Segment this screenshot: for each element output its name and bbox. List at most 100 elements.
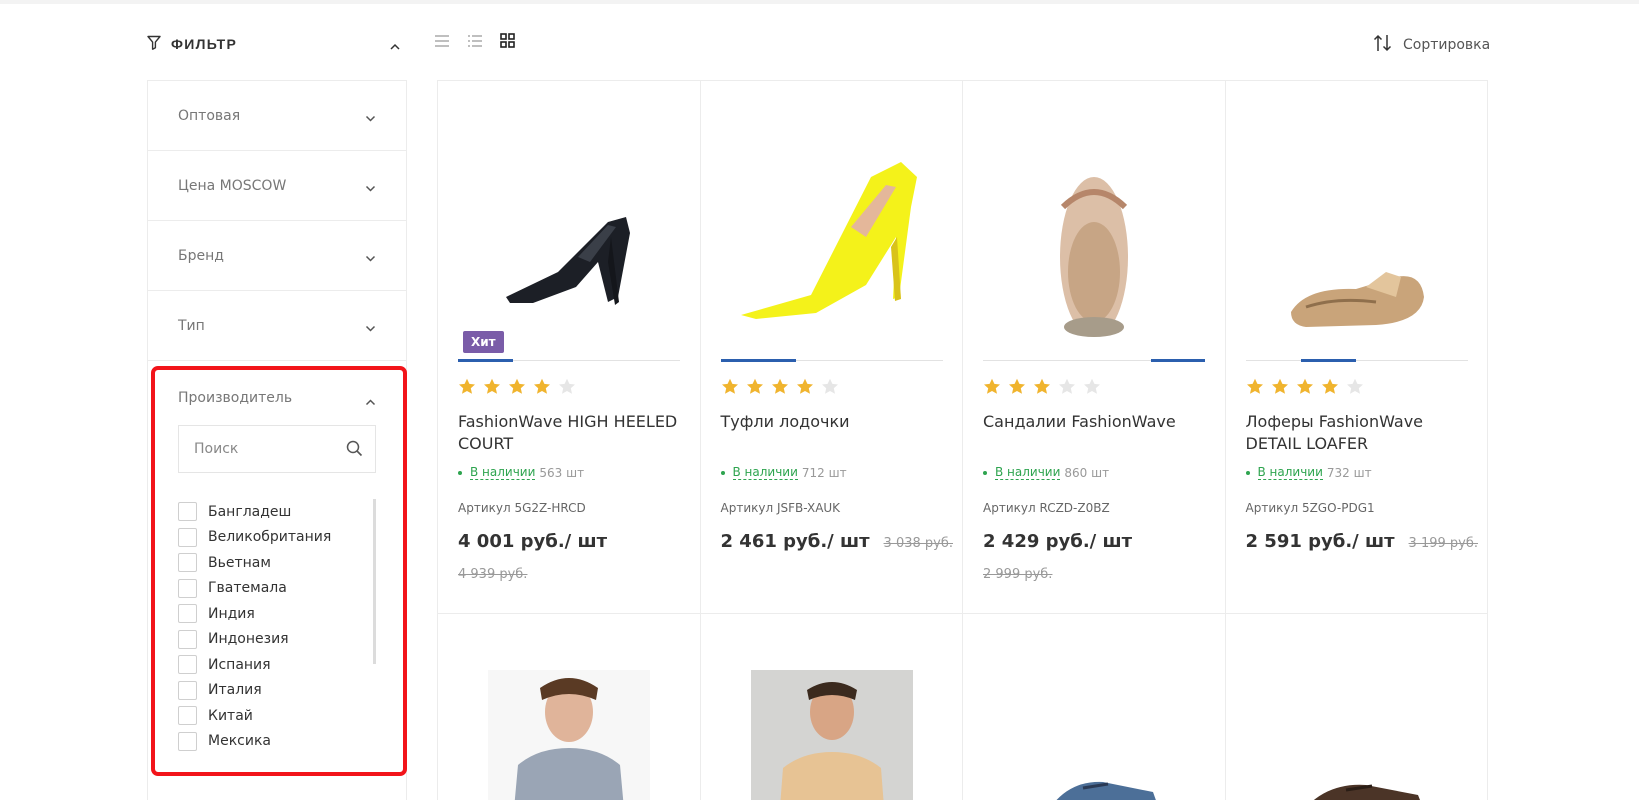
list-scrollbar[interactable] — [373, 499, 376, 664]
manufacturer-option-label: Испания — [208, 656, 271, 673]
filter-section-price[interactable]: Цена MOSCOW — [148, 151, 406, 221]
checkbox[interactable] — [178, 680, 197, 700]
manufacturer-option[interactable]: Италия — [178, 678, 376, 704]
stock-status: В наличии 712 шт — [720, 465, 847, 480]
manufacturer-option[interactable]: Вьетнам — [178, 550, 376, 576]
filter-sidebar: Оптовая Цена MOSCOW Бренд Тип Производит… — [147, 80, 407, 800]
product-price: 2 591 руб./ шт 3 199 руб. — [1246, 531, 1479, 552]
checkbox[interactable] — [178, 604, 197, 624]
filter-section-brand[interactable]: Бренд — [148, 221, 406, 291]
star-filled-icon — [1296, 378, 1314, 399]
man-tshirt-icon[interactable] — [721, 670, 943, 800]
product-name[interactable]: FashionWave HIGH HEELED COURT — [458, 411, 678, 455]
checkbox[interactable] — [178, 629, 197, 649]
stock-qty: 563 шт — [539, 465, 585, 480]
manufacturer-option[interactable]: Гватемала — [178, 576, 376, 602]
blue-shoe-icon[interactable] — [983, 670, 1205, 800]
stock-label[interactable]: В наличии — [732, 465, 798, 480]
filter-section-label: Оптовая — [178, 107, 241, 124]
stock-qty: 712 шт — [801, 465, 847, 480]
old-price: 3 038 руб. — [883, 536, 953, 551]
product-card[interactable]: Хит FashionWave HIGH HEELED COURT В нали… — [438, 81, 701, 614]
manufacturer-option[interactable]: Мексика — [178, 729, 376, 752]
star-filled-icon — [533, 378, 551, 399]
filter-header[interactable]: ФИЛЬТР — [147, 32, 407, 56]
filter-section-label: Цена MOSCOW — [178, 177, 287, 194]
manufacturer-option-label: Китай — [208, 707, 253, 724]
image-pager[interactable] — [458, 359, 680, 362]
funnel-icon — [147, 35, 161, 54]
manufacturer-option[interactable]: Великобритания — [178, 525, 376, 551]
sandal-icon[interactable] — [983, 137, 1205, 353]
product-card[interactable] — [1226, 614, 1489, 800]
manufacturer-option[interactable]: Индия — [178, 601, 376, 627]
manufacturer-option[interactable]: Китай — [178, 703, 376, 729]
product-card[interactable]: Туфли лодочки В наличии 712 шт Артикул J… — [700, 81, 963, 614]
view-toggles — [434, 33, 515, 52]
stock-label[interactable]: В наличии — [470, 465, 536, 480]
star-filled-icon — [508, 378, 526, 399]
checkbox[interactable] — [178, 706, 197, 726]
product-card[interactable] — [963, 614, 1226, 800]
checkbox[interactable] — [178, 553, 197, 573]
hit-badge: Хит — [463, 331, 504, 353]
checkbox[interactable] — [178, 502, 197, 522]
manufacturer-option[interactable]: Испания — [178, 652, 376, 678]
detailed-list-view-icon[interactable] — [467, 33, 483, 52]
sort-icon — [1373, 34, 1393, 56]
man-shirt-icon[interactable] — [458, 670, 680, 800]
stock-label[interactable]: В наличии — [1257, 465, 1323, 480]
chevron-up-icon[interactable] — [389, 36, 401, 55]
star-filled-icon — [983, 378, 1001, 399]
star-filled-icon — [796, 378, 814, 399]
product-name[interactable]: Лоферы FashionWave DETAIL LOAFER — [1246, 411, 1466, 455]
chevron-down-icon — [365, 110, 376, 126]
filter-section-label: Бренд — [178, 247, 224, 264]
sort-button[interactable]: Сортировка — [1373, 34, 1490, 56]
checkbox[interactable] — [178, 578, 197, 598]
star-filled-icon — [721, 378, 739, 399]
sort-label: Сортировка — [1403, 37, 1491, 53]
checkbox[interactable] — [178, 655, 197, 675]
filter-section-manufacturer: Производитель БангладешВеликобританияВье… — [148, 361, 406, 751]
manufacturer-option-label: Италия — [208, 682, 262, 699]
product-name[interactable]: Сандалии FashionWave — [983, 411, 1203, 433]
search-icon[interactable] — [346, 440, 363, 461]
product-price: 2 461 руб./ шт 3 038 руб. — [721, 531, 954, 552]
gold-loafer-icon[interactable] — [1246, 137, 1468, 353]
filter-section-wholesale[interactable]: Оптовая — [148, 81, 406, 151]
product-card[interactable] — [701, 614, 963, 800]
chevron-down-icon — [365, 250, 376, 266]
rating-stars — [458, 378, 576, 399]
checkbox[interactable] — [178, 731, 197, 751]
product-grid: Хит FashionWave HIGH HEELED COURT В нали… — [437, 80, 1488, 800]
manufacturer-option[interactable]: Бангладеш — [178, 499, 376, 525]
rating-stars — [721, 378, 839, 399]
image-pager[interactable] — [1245, 359, 1468, 362]
rating-stars — [983, 378, 1101, 399]
chevron-up-icon[interactable] — [365, 394, 376, 410]
product-card[interactable]: Сандалии FashionWave В наличии 860 шт Ар… — [963, 81, 1226, 614]
star-filled-icon — [1008, 378, 1026, 399]
product-card[interactable]: Лоферы FashionWave DETAIL LOAFER В налич… — [1225, 81, 1488, 614]
grid-view-icon[interactable] — [500, 33, 515, 52]
price-value: 2 461 руб./ шт — [720, 531, 870, 552]
yellow-pump-shoe-icon[interactable] — [721, 137, 943, 353]
star-filled-icon — [1321, 378, 1339, 399]
brown-shoe-icon[interactable] — [1246, 670, 1468, 800]
image-pager[interactable] — [983, 359, 1205, 362]
black-pump-shoe-icon[interactable] — [458, 137, 680, 353]
filter-section-type[interactable]: Тип — [148, 291, 406, 361]
manufacturer-search-input[interactable] — [179, 426, 329, 472]
checkbox[interactable] — [178, 527, 197, 547]
product-card[interactable] — [438, 614, 701, 800]
product-name[interactable]: Туфли лодочки — [721, 411, 941, 433]
image-pager[interactable] — [720, 359, 943, 362]
old-price: 3 199 руб. — [1408, 536, 1478, 551]
manufacturer-option[interactable]: Индонезия — [178, 627, 376, 653]
star-filled-icon — [483, 378, 501, 399]
stock-label[interactable]: В наличии — [995, 465, 1061, 480]
star-filled-icon — [746, 378, 764, 399]
filter-section-label: Тип — [178, 317, 205, 334]
list-view-icon[interactable] — [434, 33, 450, 52]
